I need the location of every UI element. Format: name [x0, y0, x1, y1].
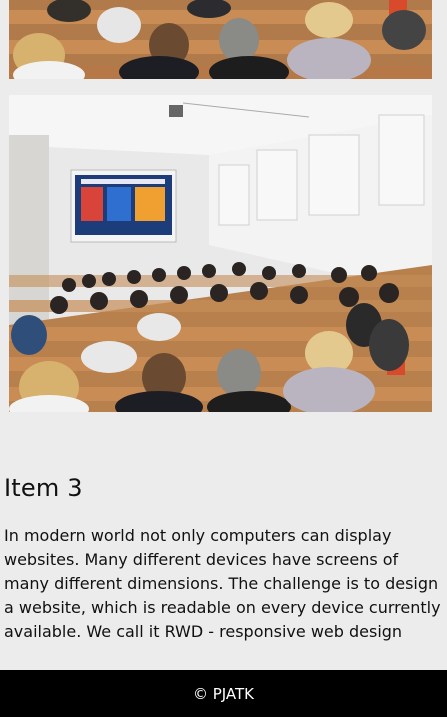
item-title: Item 3 — [4, 474, 83, 502]
lecture-hall-photo-top — [9, 0, 432, 79]
footer-copyright: © PJATK — [192, 684, 255, 703]
page: Item 3 In modern world not only computer… — [0, 0, 447, 717]
item-description: In modern world not only computers can d… — [4, 526, 441, 641]
footer: © PJATK — [0, 670, 447, 717]
lecture-hall-photo — [9, 95, 432, 412]
